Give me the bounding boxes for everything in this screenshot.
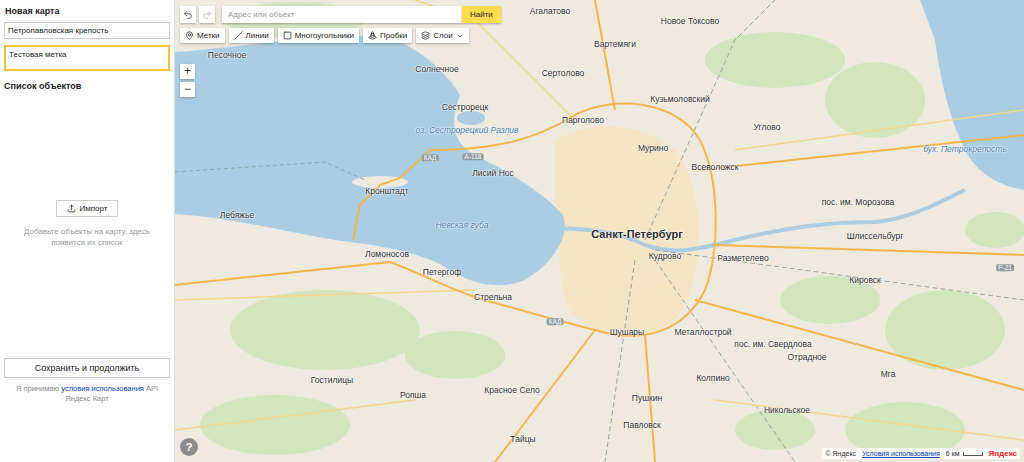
map-label: бух. Петрокрепость (923, 145, 1007, 155)
map-label: Разметелево (717, 254, 768, 264)
tool-row: Метки Линии Многоугольники Пробки Слои (180, 28, 501, 43)
map[interactable]: Агалатово Новое Токсово Вартемяги Песочное С… (175, 0, 1024, 462)
sidebar: Новая карта Тестовая метка Список объектов… (0, 0, 175, 462)
road-shield: Р-21 (996, 264, 1014, 271)
yandex-logo[interactable]: Яндекс (989, 449, 1017, 458)
map-label: Углово (754, 123, 781, 133)
undo-button[interactable] (180, 6, 196, 23)
tool-button[interactable]: Пробки (363, 28, 412, 43)
map-label: Кировск (849, 276, 881, 286)
map-label: Металлострой (674, 328, 731, 338)
objects-title: Список объектов (4, 81, 170, 91)
map-label: Невская губа (435, 221, 488, 231)
map-label: Парголово (562, 116, 604, 126)
map-label: Шушары (610, 328, 644, 338)
map-label: Мурино (638, 144, 668, 154)
search-button[interactable]: Найти (462, 6, 501, 23)
fairway-line (175, 162, 365, 180)
scale-line (963, 452, 983, 456)
road-shield: А-118 (463, 153, 484, 160)
scale-bar: 6 км (946, 450, 983, 457)
map-label: оз. Сестрорецкий Разлив (416, 126, 519, 136)
map-label: Кронштадт (365, 187, 408, 197)
map-label: Шлиссельбург (847, 232, 904, 242)
main-roads (175, 0, 1024, 462)
map-label: Пушкин (632, 394, 662, 404)
map-label: Лисий Нос (472, 169, 514, 179)
map-label: Лебяжье (220, 211, 254, 221)
map-label: Новое Токсово (661, 17, 719, 27)
map-label: Мга (881, 370, 896, 380)
tool-button[interactable]: Метки (180, 28, 225, 43)
map-label: пос. им. Свердлова (734, 340, 811, 350)
road-shield: КАД (547, 318, 564, 325)
map-label: Стрельна (474, 293, 512, 303)
undo-icon (183, 10, 193, 20)
map-label: Петергоф (423, 268, 461, 278)
search-input[interactable] (222, 6, 462, 23)
minor-roads (175, 0, 1024, 440)
chevron-down-icon (456, 32, 464, 40)
map-label: Солнечное (415, 65, 458, 75)
map-label: пос. им. Морозова (822, 198, 895, 208)
map-label: Всеволожск (692, 163, 739, 173)
map-label: Павловск (623, 421, 660, 431)
map-label: Сестрорецк (442, 103, 489, 113)
map-label: Отрадное (787, 353, 826, 363)
map-label: Кудрово (649, 252, 681, 262)
neva-river (560, 190, 965, 250)
tool-button[interactable]: Слои (416, 28, 468, 43)
terms-link[interactable]: условия использования (61, 384, 144, 393)
razliv-lake (457, 111, 485, 125)
ladoga-water (920, 0, 1024, 190)
map-label: Ломоносов (365, 250, 409, 260)
map-label: Колпино (696, 374, 729, 384)
map-label: Песочное (208, 51, 246, 61)
upload-icon (67, 204, 76, 213)
map-label: Красное Село (484, 386, 540, 396)
redo-icon (202, 10, 212, 20)
tool-icon (368, 31, 377, 40)
map-label: Агалатово (530, 7, 570, 17)
tool-icon (421, 31, 430, 40)
tool-button[interactable]: Многоугольники (278, 28, 359, 43)
zoom-control: +− (180, 64, 195, 97)
map-label: Ропша (400, 391, 426, 401)
terms-text: Я принимаю условия использования API Янд… (4, 384, 170, 404)
map-label: Вартемяги (594, 40, 636, 50)
map-label: Никольское (764, 406, 810, 416)
zoom-out-button[interactable]: − (180, 82, 195, 97)
copyright: © Яндекс (825, 450, 856, 457)
help-button[interactable]: ? (180, 438, 198, 456)
map-label: Кузьмоловский (650, 95, 710, 105)
zoom-in-button[interactable]: + (180, 64, 195, 79)
description-input[interactable]: Тестовая метка (4, 45, 170, 71)
map-constructor: Новая карта Тестовая метка Список объектов… (0, 0, 1024, 462)
redo-button[interactable] (199, 6, 215, 23)
search-row: Найти (180, 6, 501, 23)
map-toolbar: Найти Метки Линии Многоугольники Пробки Слои (180, 6, 501, 43)
city-area (555, 127, 699, 337)
import-button[interactable]: Импорт (56, 200, 119, 217)
tool-icon (283, 31, 292, 40)
map-footer: © Яндекс Условия использования 6 км Яндекс (822, 448, 1020, 459)
map-label: Гостилицы (311, 376, 353, 386)
road-shield: КАД (422, 154, 439, 161)
empty-hint: Добавьте объекты на карту, здесь появитс… (22, 227, 152, 248)
map-label: Тайцы (510, 435, 535, 445)
sidebar-title: Новая карта (4, 6, 170, 16)
gulf-water (175, 36, 565, 285)
tool-button[interactable]: Линии (229, 28, 274, 43)
terms-of-use-link[interactable]: Условия использования (862, 450, 940, 457)
save-button[interactable]: Сохранить и продолжить (4, 358, 170, 378)
map-label: Сертолово (542, 69, 585, 79)
map-name-input[interactable] (4, 22, 170, 39)
map-label: Санкт-Петербург (591, 228, 682, 241)
tool-icon (185, 31, 194, 40)
objects-list: Импорт Добавьте объекты на карту, здесь п… (4, 91, 170, 358)
tool-icon (234, 31, 243, 40)
